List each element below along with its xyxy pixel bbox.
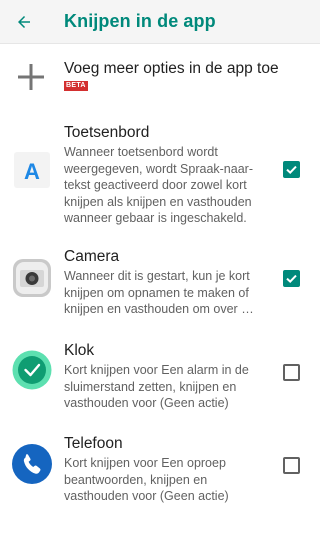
- camera-checkbox[interactable]: [283, 270, 300, 287]
- list-item-camera[interactable]: Camera Wanneer dit is gestart, kun je ko…: [0, 248, 320, 316]
- keyboard-app-icon: A: [14, 152, 50, 188]
- svg-text:A: A: [24, 159, 40, 184]
- item-title: Klok: [64, 342, 95, 359]
- back-button[interactable]: [0, 0, 48, 44]
- item-description: Wanneer dit is gestart, kun je kort knij…: [64, 269, 254, 316]
- list-item-telefoon[interactable]: Telefoon Kort knijpen voor Een oproep be…: [0, 435, 320, 503]
- telefoon-checkbox[interactable]: [283, 457, 300, 474]
- toetsenbord-checkbox[interactable]: [283, 161, 300, 178]
- clock-app-icon: [12, 350, 52, 390]
- phone-app-icon: [12, 444, 52, 484]
- plus-icon: [18, 64, 44, 90]
- arrow-back-icon: [18, 15, 30, 28]
- page-title: Knijpen in de app: [64, 11, 216, 31]
- list-item-toetsenbord[interactable]: A Toetsenbord Wanneer toetsenbord wordt …: [0, 124, 320, 225]
- camera-app-icon: [13, 259, 51, 297]
- list-item-klok[interactable]: Klok Kort knijpen voor Een alarm in de s…: [0, 342, 320, 410]
- item-description: Wanneer toetsenbord wordt weergegeven, w…: [64, 145, 253, 225]
- item-title: Toetsenbord: [64, 124, 150, 141]
- item-description: Kort knijpen voor Een alarm in de sluime…: [64, 363, 249, 410]
- item-description: Kort knijpen voor Een oproep beantwoorde…: [64, 456, 229, 503]
- item-title: Telefoon: [64, 435, 123, 452]
- beta-badge: BETA: [64, 81, 88, 91]
- app-bar: Knijpen in de app: [0, 0, 320, 44]
- add-more-options-row[interactable]: Voeg meer opties in de app toe BETA: [0, 56, 320, 98]
- add-more-options-label: Voeg meer opties in de app toe: [64, 60, 279, 77]
- item-title: Camera: [64, 248, 120, 265]
- klok-checkbox[interactable]: [283, 364, 300, 381]
